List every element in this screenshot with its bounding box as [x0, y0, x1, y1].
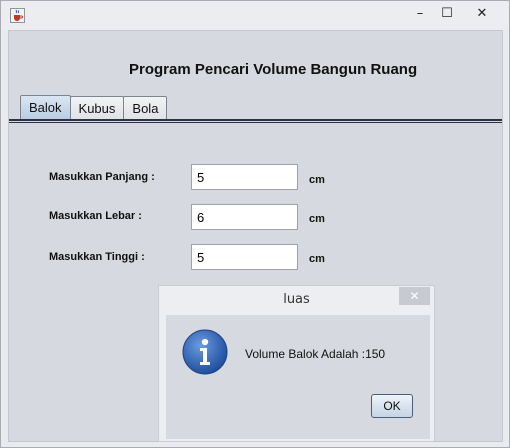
- tinggi-input[interactable]: [191, 244, 298, 270]
- app-window: – ☐ ✕ Program Pencari Volume Bangun Ruan…: [0, 0, 510, 448]
- dialog-close-button[interactable]: ✕: [399, 287, 430, 305]
- title-bar[interactable]: – ☐ ✕: [1, 1, 509, 30]
- panjang-unit: cm: [309, 174, 325, 186]
- tab-kubus[interactable]: Kubus: [69, 96, 125, 119]
- panjang-label: Masukkan Panjang :: [49, 171, 155, 183]
- minimize-button[interactable]: –: [405, 3, 435, 23]
- info-icon: [182, 329, 228, 375]
- dialog-title[interactable]: luas: [159, 286, 434, 314]
- panjang-input[interactable]: [191, 164, 298, 190]
- tinggi-unit: cm: [309, 253, 325, 265]
- message-dialog: luas ✕ Volume Balok Adalah :150 OK: [158, 285, 435, 442]
- lebar-label: Masukkan Lebar :: [49, 210, 142, 222]
- page-title: Program Pencari Volume Bangun Ruang: [129, 61, 418, 78]
- close-button[interactable]: ✕: [459, 3, 505, 23]
- dialog-body: Volume Balok Adalah :150 OK: [166, 315, 430, 439]
- tab-bar: Balok Kubus Bola: [20, 95, 168, 119]
- tab-divider-secondary: [9, 122, 502, 123]
- tab-balok[interactable]: Balok: [20, 95, 71, 119]
- lebar-unit: cm: [309, 213, 325, 225]
- java-cup-icon[interactable]: [10, 8, 25, 23]
- lebar-input[interactable]: [191, 204, 298, 230]
- maximize-button[interactable]: ☐: [432, 3, 462, 23]
- tab-bola[interactable]: Bola: [123, 96, 168, 119]
- ok-button[interactable]: OK: [371, 394, 413, 418]
- tab-divider: [9, 119, 502, 121]
- dialog-message: Volume Balok Adalah :150: [245, 347, 386, 361]
- tinggi-label: Masukkan Tinggi :: [49, 251, 145, 263]
